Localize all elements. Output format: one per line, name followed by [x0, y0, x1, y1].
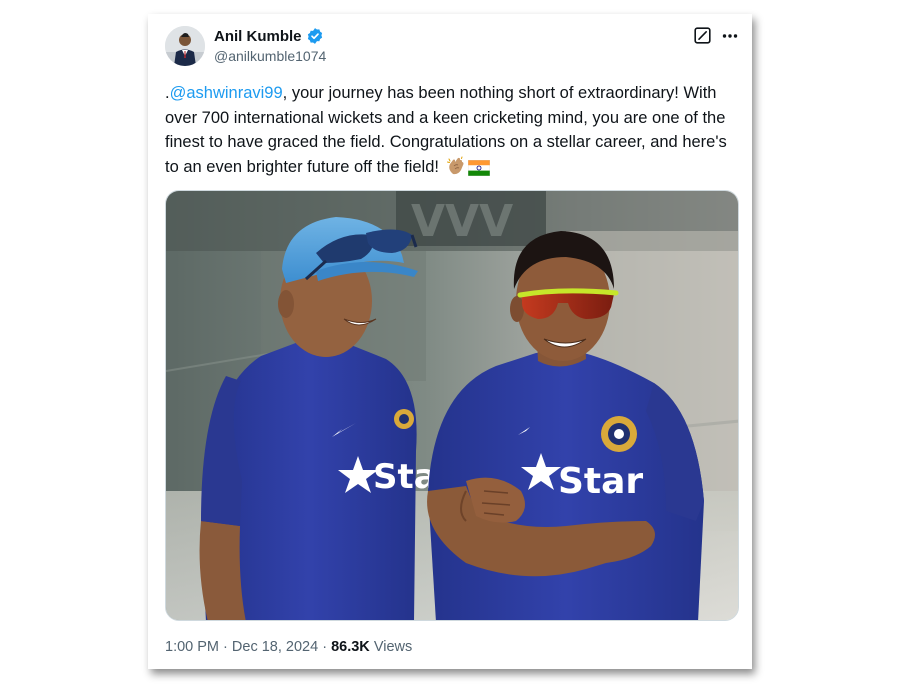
india-flag-emoji — [467, 159, 490, 184]
author-name-row[interactable]: Anil Kumble — [214, 27, 324, 45]
meta-separator: · — [322, 639, 328, 655]
grok-icon[interactable] — [694, 27, 711, 44]
tweet-card: Anil Kumble @anilkumble1074 .@ashwinravi… — [148, 14, 752, 669]
shirt-text-right: Star — [558, 461, 643, 502]
author-handle[interactable]: @anilkumble1074 — [214, 48, 326, 64]
clapping-hands-emoji — [446, 156, 466, 184]
tweet-text: .@ashwinravi99, your journey has been no… — [165, 81, 740, 183]
tweet-date[interactable]: Dec 18, 2024 — [232, 639, 318, 655]
views-label: Views — [373, 639, 413, 655]
author-name[interactable]: Anil Kumble — [214, 28, 302, 45]
verified-badge-icon — [306, 27, 324, 45]
svg-text:VVV: VVV — [411, 196, 513, 247]
tweet-meta: 1:00 PM · Dec 18, 2024 · 86.3K Views — [165, 639, 412, 655]
mention-link[interactable]: @ashwinravi99 — [170, 84, 283, 102]
meta-separator: · — [223, 639, 228, 655]
tweet-time[interactable]: 1:00 PM — [165, 639, 219, 655]
views-count: 86.3K — [331, 639, 370, 655]
author-avatar[interactable] — [165, 26, 205, 66]
more-icon[interactable] — [721, 27, 739, 45]
tweet-photo[interactable]: VVV Star Star — [165, 190, 739, 621]
